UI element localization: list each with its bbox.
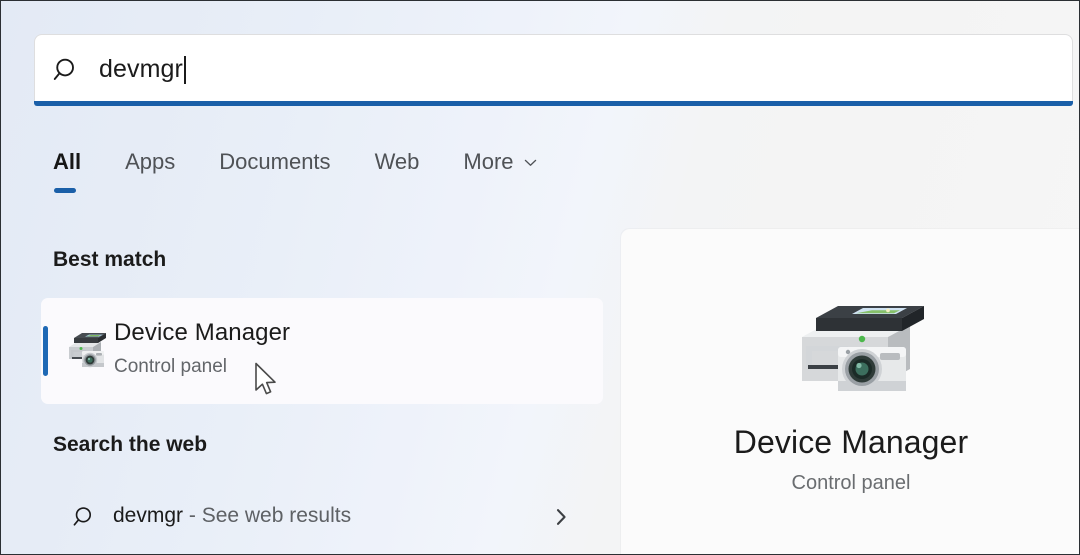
preview-subtitle: Control panel [791, 472, 911, 494]
web-result-query: devmgr [113, 504, 184, 527]
web-result-item[interactable]: devmgr - See web results [41, 488, 603, 546]
result-subtitle: Control panel [114, 356, 228, 377]
chevron-down-icon [522, 154, 539, 171]
tab-all-label: All [53, 149, 82, 174]
result-preview-panel: Device Manager Control panel [621, 229, 1079, 554]
tab-apps[interactable]: Apps [125, 145, 175, 179]
web-result-suffix: - See web results [183, 504, 352, 527]
result-title: Device Manager [114, 319, 291, 346]
tab-more[interactable]: More [463, 145, 538, 179]
tab-more-label: More [463, 149, 514, 174]
tab-documents[interactable]: Documents [219, 145, 330, 179]
tab-web-label: Web [374, 149, 420, 174]
tab-all[interactable]: All [53, 145, 82, 193]
result-item-device-manager[interactable]: Device Manager Control panel [41, 298, 603, 404]
scanner-camera-icon [621, 291, 1079, 403]
tab-active-indicator [54, 188, 76, 193]
search-input-value: devmgr [99, 55, 183, 83]
search-box-focus-underline [34, 101, 1073, 106]
chevron-right-icon[interactable] [547, 503, 575, 531]
text-caret [183, 55, 186, 84]
search-filter-tabs: All Apps Documents Web More [53, 145, 583, 199]
selection-accent-bar [43, 326, 48, 376]
search-input[interactable]: devmgr [99, 55, 1072, 84]
tab-documents-label: Documents [219, 149, 331, 174]
windows-search-window: devmgr All Apps Documents Web More Devic… [0, 0, 1080, 555]
search-icon [35, 55, 99, 85]
search-the-web-heading: Search the web [53, 433, 208, 456]
search-box[interactable]: devmgr [34, 34, 1073, 104]
device-manager-icon [61, 329, 109, 375]
web-result-label: devmgr - See web results [113, 504, 351, 528]
tab-web[interactable]: Web [375, 145, 420, 179]
search-icon [70, 502, 100, 532]
best-match-heading: Best match [53, 248, 167, 271]
tab-apps-label: Apps [125, 149, 176, 174]
preview-title: Device Manager [733, 424, 969, 460]
